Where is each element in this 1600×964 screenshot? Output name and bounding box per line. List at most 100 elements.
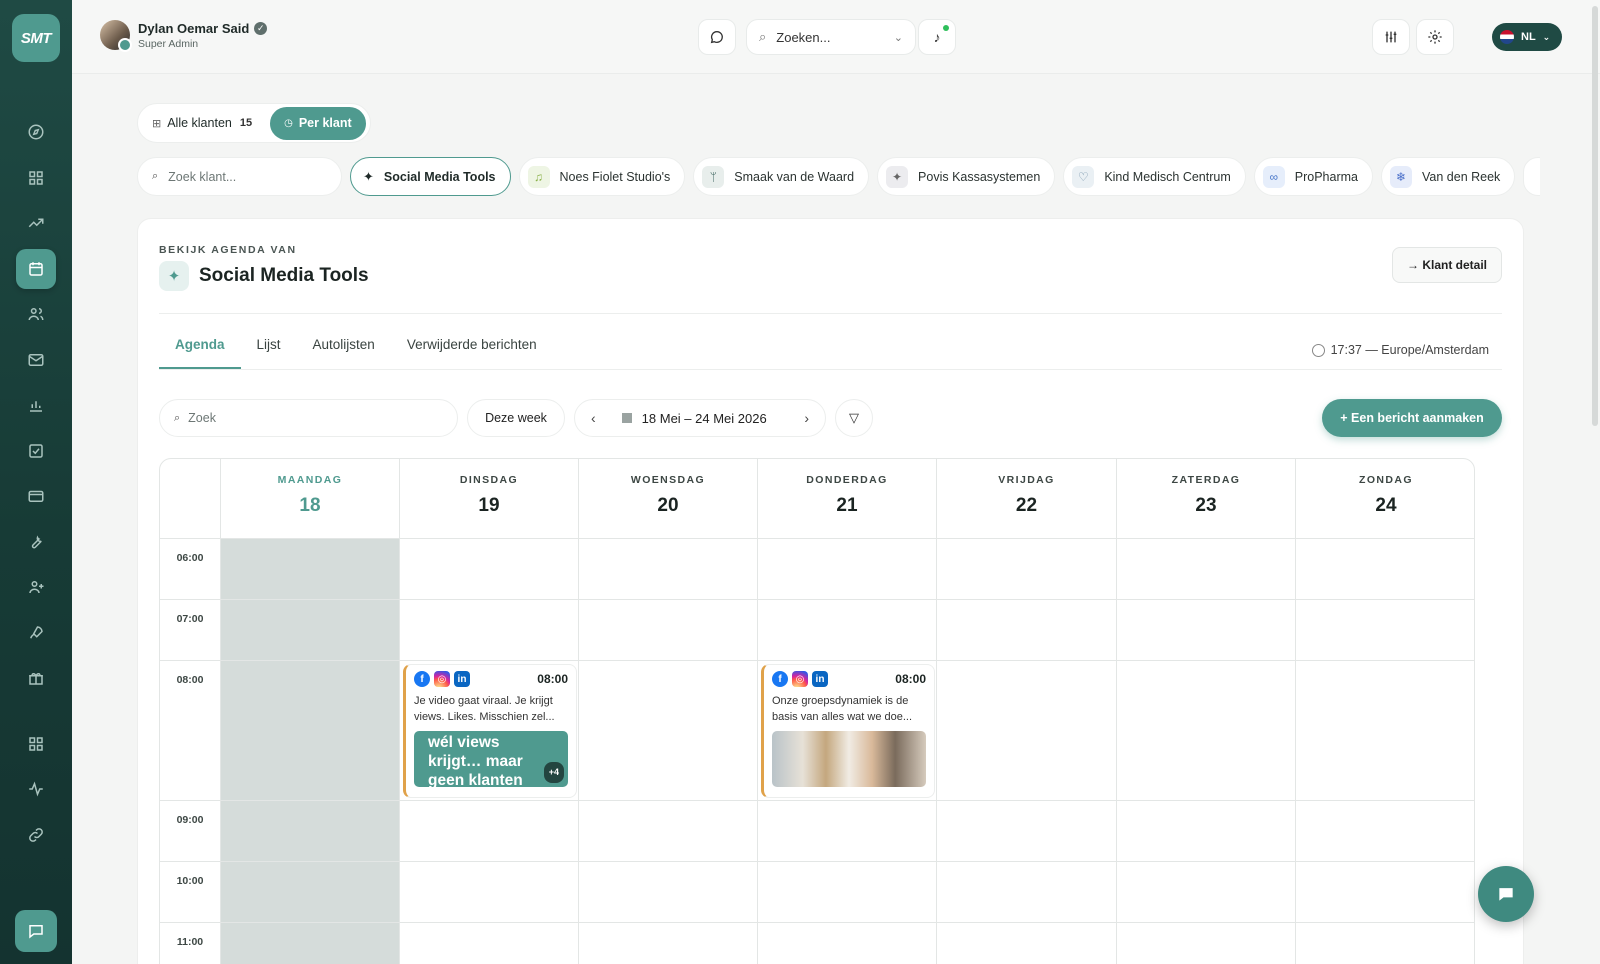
tabs: Agenda Lijst Autolijsten Verwijderde ber… bbox=[159, 337, 553, 369]
date-range-picker: ‹ 18 Mei – 24 Mei 2026 › bbox=[574, 399, 826, 437]
credit-card-icon[interactable] bbox=[16, 476, 56, 516]
tab-lijst[interactable]: Lijst bbox=[241, 337, 297, 369]
time-label: 09:00 bbox=[176, 814, 204, 826]
agenda-card: BEKIJK AGENDA VAN ✦ Social Media Tools →… bbox=[137, 218, 1524, 964]
user-profile[interactable]: Dylan Oemar Said ✓ Super Admin bbox=[100, 20, 268, 52]
clock-icon: ◷ bbox=[284, 117, 293, 129]
settings-button[interactable] bbox=[1416, 19, 1454, 55]
chevron-down-icon: ⌄ bbox=[1542, 31, 1551, 42]
search-icon: ⌕ bbox=[152, 170, 159, 182]
linkedin-icon: in bbox=[812, 671, 828, 687]
create-post-button[interactable]: + Een bericht aanmaken bbox=[1322, 399, 1502, 437]
day-header-thursday[interactable]: DONDERDAG 21 bbox=[757, 459, 936, 539]
client-chip-social-media-tools[interactable]: ✦ Social Media Tools bbox=[350, 157, 511, 196]
event-text: Onze groepsdynamiek is de basis van alle… bbox=[772, 695, 913, 723]
day-header-friday[interactable]: VRIJDAG 22 bbox=[936, 459, 1116, 539]
page-title: Social Media Tools bbox=[199, 265, 369, 286]
music-icon: ♪ bbox=[933, 29, 941, 45]
wrench-icon[interactable] bbox=[16, 522, 56, 562]
linkedin-icon: in bbox=[454, 671, 470, 687]
client-chip-povis[interactable]: ✦ Povis Kassasystemen bbox=[877, 157, 1056, 196]
day-header-tuesday[interactable]: DINSDAG 19 bbox=[399, 459, 578, 539]
time-label: 07:00 bbox=[176, 613, 204, 625]
global-search-placeholder: Zoeken... bbox=[776, 29, 831, 45]
event-photo bbox=[772, 731, 926, 787]
extra-media-badge: +4 bbox=[543, 762, 564, 783]
chat-icon[interactable] bbox=[15, 910, 57, 952]
client-chip-noes-fiolet[interactable]: ♫ Noes Fiolet Studio's bbox=[518, 157, 686, 196]
stethoscope-icon: ♡ bbox=[1072, 165, 1095, 188]
link-icon[interactable] bbox=[16, 815, 56, 855]
client-chip-more[interactable] bbox=[1523, 157, 1540, 196]
search-icon: ⌕ bbox=[759, 29, 767, 44]
messages-button[interactable] bbox=[698, 19, 736, 55]
per-client-option[interactable]: ◷ Per klant bbox=[270, 106, 366, 140]
tab-agenda[interactable]: Agenda bbox=[159, 337, 241, 369]
tab-autolijsten[interactable]: Autolijsten bbox=[297, 337, 391, 369]
sparkle-icon: ✦ bbox=[159, 261, 189, 291]
client-search-input[interactable]: ⌕ Zoek klant... bbox=[137, 157, 342, 196]
day-header-wednesday[interactable]: WOENSDAG 20 bbox=[578, 459, 757, 539]
client-chip-smaak-van-de-waard[interactable]: ᛘ Smaak van de Waard bbox=[693, 157, 870, 196]
gift-icon[interactable] bbox=[16, 658, 56, 698]
sliders-button[interactable] bbox=[1372, 19, 1410, 55]
day-header-sunday[interactable]: ZONDAG 24 bbox=[1295, 459, 1474, 539]
client-selector: ⌕ Zoek klant... ✦ Social Media Tools ♫ N… bbox=[137, 157, 1540, 197]
checkbox-icon[interactable] bbox=[16, 431, 56, 471]
facebook-icon: f bbox=[772, 671, 788, 687]
date-range-label: 18 Mei – 24 Mei 2026 bbox=[641, 410, 767, 426]
day-header-saturday[interactable]: ZATERDAG 23 bbox=[1116, 459, 1295, 539]
trending-icon[interactable] bbox=[16, 203, 56, 243]
chevron-left-icon[interactable]: ‹ bbox=[591, 410, 596, 426]
sparkle-icon: ✦ bbox=[363, 168, 374, 184]
client-chip-kind-medisch[interactable]: ♡ Kind Medisch Centrum bbox=[1063, 157, 1246, 196]
music-button[interactable]: ♪ bbox=[918, 19, 956, 55]
support-chat-button[interactable] bbox=[1478, 866, 1534, 922]
app-logo[interactable]: SMT bbox=[12, 14, 60, 62]
rocket-icon[interactable] bbox=[16, 613, 56, 653]
activity-icon[interactable] bbox=[16, 769, 56, 809]
calendar-event[interactable]: f ◎ in 08:00 Onze groepsdynamiek is de b… bbox=[761, 664, 935, 798]
all-clients-option[interactable]: ⊞ Alle klanten bbox=[152, 116, 232, 130]
grid-icon: ⊞ bbox=[152, 117, 162, 130]
filter-button[interactable]: ▽ bbox=[835, 399, 873, 437]
client-chip-van-den-reek[interactable]: ❄ Van den Reek bbox=[1381, 157, 1516, 196]
calendar-icon[interactable] bbox=[16, 248, 56, 289]
facebook-icon: f bbox=[414, 671, 430, 687]
instagram-icon: ◎ bbox=[792, 671, 808, 687]
tab-verwijderde-berichten[interactable]: Verwijderde berichten bbox=[391, 337, 553, 369]
gear-icon bbox=[1428, 30, 1442, 44]
apps-icon[interactable] bbox=[16, 724, 56, 764]
users-icon[interactable] bbox=[16, 294, 56, 334]
compass-icon[interactable] bbox=[16, 112, 56, 152]
chevron-right-icon[interactable]: › bbox=[804, 410, 809, 426]
search-icon: ⌕ bbox=[174, 411, 181, 424]
this-week-button[interactable]: Deze week bbox=[467, 399, 565, 437]
event-time: 08:00 bbox=[537, 672, 568, 686]
client-detail-button[interactable]: → Klant detail bbox=[1391, 247, 1502, 283]
all-clients-count: 15 bbox=[239, 117, 253, 129]
dashboard-icon[interactable] bbox=[16, 158, 56, 198]
online-dot bbox=[943, 25, 949, 31]
topbar: Dylan Oemar Said ✓ Super Admin ⌕ Zoeken..… bbox=[72, 0, 1600, 74]
agenda-search-input[interactable]: ⌕ Zoek bbox=[159, 399, 458, 437]
user-plus-icon[interactable] bbox=[16, 567, 56, 607]
mail-icon[interactable] bbox=[16, 340, 56, 380]
global-search[interactable]: ⌕ Zoeken... ⌄ bbox=[746, 19, 916, 55]
divider bbox=[159, 313, 1502, 314]
sparkle-icon: ✦ bbox=[886, 165, 909, 188]
snowflake-icon: ❄ bbox=[1390, 165, 1412, 188]
language-label: NL bbox=[1521, 31, 1536, 43]
clock-icon bbox=[1311, 343, 1325, 357]
calendar-event[interactable]: f ◎ in 08:00 Je video gaat viraal. Je kr… bbox=[403, 664, 577, 798]
bar-chart-icon[interactable] bbox=[16, 385, 56, 425]
verified-icon: ✓ bbox=[254, 21, 268, 35]
language-selector[interactable]: NL ⌄ bbox=[1492, 23, 1562, 51]
filter-bar: ⌕ Zoek Deze week ‹ 18 Mei – 24 Mei 2026 … bbox=[159, 399, 1502, 437]
flag-nl-icon bbox=[1500, 30, 1514, 44]
sidebar-nav bbox=[16, 112, 56, 860]
calendar-header: MAANDAG 18 DINSDAG 19 WOENSDAG 20 DONDER… bbox=[160, 459, 1474, 539]
day-header-monday[interactable]: MAANDAG 18 bbox=[220, 459, 399, 539]
scrollbar[interactable] bbox=[1592, 6, 1598, 426]
client-chip-propharma[interactable]: ∞ ProPharma bbox=[1253, 157, 1373, 196]
